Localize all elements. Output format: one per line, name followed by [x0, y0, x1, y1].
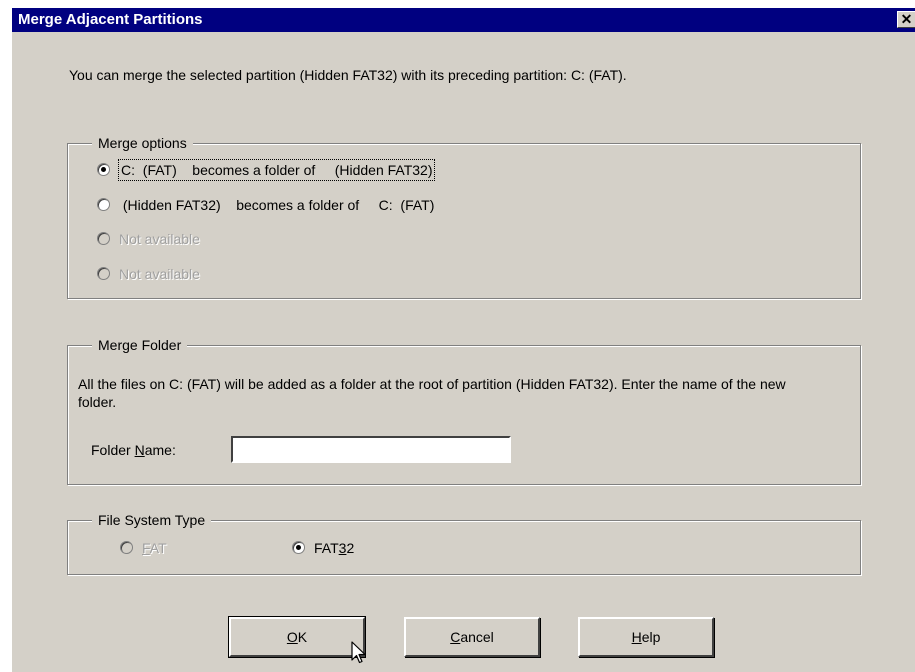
radio-icon[interactable] — [97, 198, 110, 211]
merge-option-c-into-hidden[interactable]: C: (FAT) becomes a folder of (Hidden FAT… — [97, 159, 617, 181]
close-button[interactable]: ✕ — [897, 11, 915, 28]
close-icon: ✕ — [900, 11, 913, 27]
merge-options-legend: Merge options — [92, 134, 193, 152]
cancel-button[interactable]: Cancel — [404, 617, 540, 657]
merge-option-label: C: (FAT) becomes a folder of (Hidden FAT… — [117, 159, 436, 181]
fat-label: FAT — [142, 540, 167, 556]
mouse-pointer-icon — [351, 641, 366, 664]
merge-option-label: (Hidden FAT32) becomes a folder of C: (F… — [119, 197, 435, 213]
merge-option-unavailable-2: Not available — [97, 264, 397, 284]
merge-partitions-dialog: Merge Adjacent Partitions ✕ You can merg… — [11, 7, 915, 672]
merge-options-group: Merge options C: (FAT) becomes a folder … — [67, 134, 861, 299]
merge-option-unavailable-1: Not available — [97, 229, 397, 249]
help-button[interactable]: Help — [578, 617, 714, 657]
radio-icon[interactable] — [97, 163, 110, 176]
merge-folder-legend: Merge Folder — [92, 336, 188, 354]
file-system-type-legend: File System Type — [92, 511, 212, 529]
folder-name-label: Folder Name: — [91, 442, 176, 458]
merge-folder-group: Merge Folder All the files on C: (FAT) w… — [67, 336, 861, 485]
radio-icon — [97, 267, 110, 280]
radio-icon — [97, 232, 110, 245]
radio-icon — [120, 541, 133, 554]
dialog-title: Merge Adjacent Partitions — [18, 11, 203, 28]
file-system-type-group: File System Type FAT FAT32 — [67, 511, 861, 575]
fat-radio-option: FAT — [120, 538, 240, 558]
intro-text: You can merge the selected partition (Hi… — [69, 67, 627, 83]
title-bar[interactable]: Merge Adjacent Partitions ✕ — [12, 8, 915, 32]
folder-name-input[interactable] — [231, 436, 511, 463]
fat32-radio-option[interactable]: FAT32 — [292, 538, 412, 558]
merge-folder-description: All the files on C: (FAT) will be added … — [78, 376, 786, 410]
merge-option-hidden-into-c[interactable]: (Hidden FAT32) becomes a folder of C: (F… — [97, 195, 617, 215]
ok-button[interactable]: OK — [228, 616, 366, 658]
merge-option-label: Not available — [119, 266, 200, 282]
radio-icon[interactable] — [292, 541, 305, 554]
merge-option-label: Not available — [119, 231, 200, 247]
fat32-label: FAT32 — [314, 540, 355, 556]
